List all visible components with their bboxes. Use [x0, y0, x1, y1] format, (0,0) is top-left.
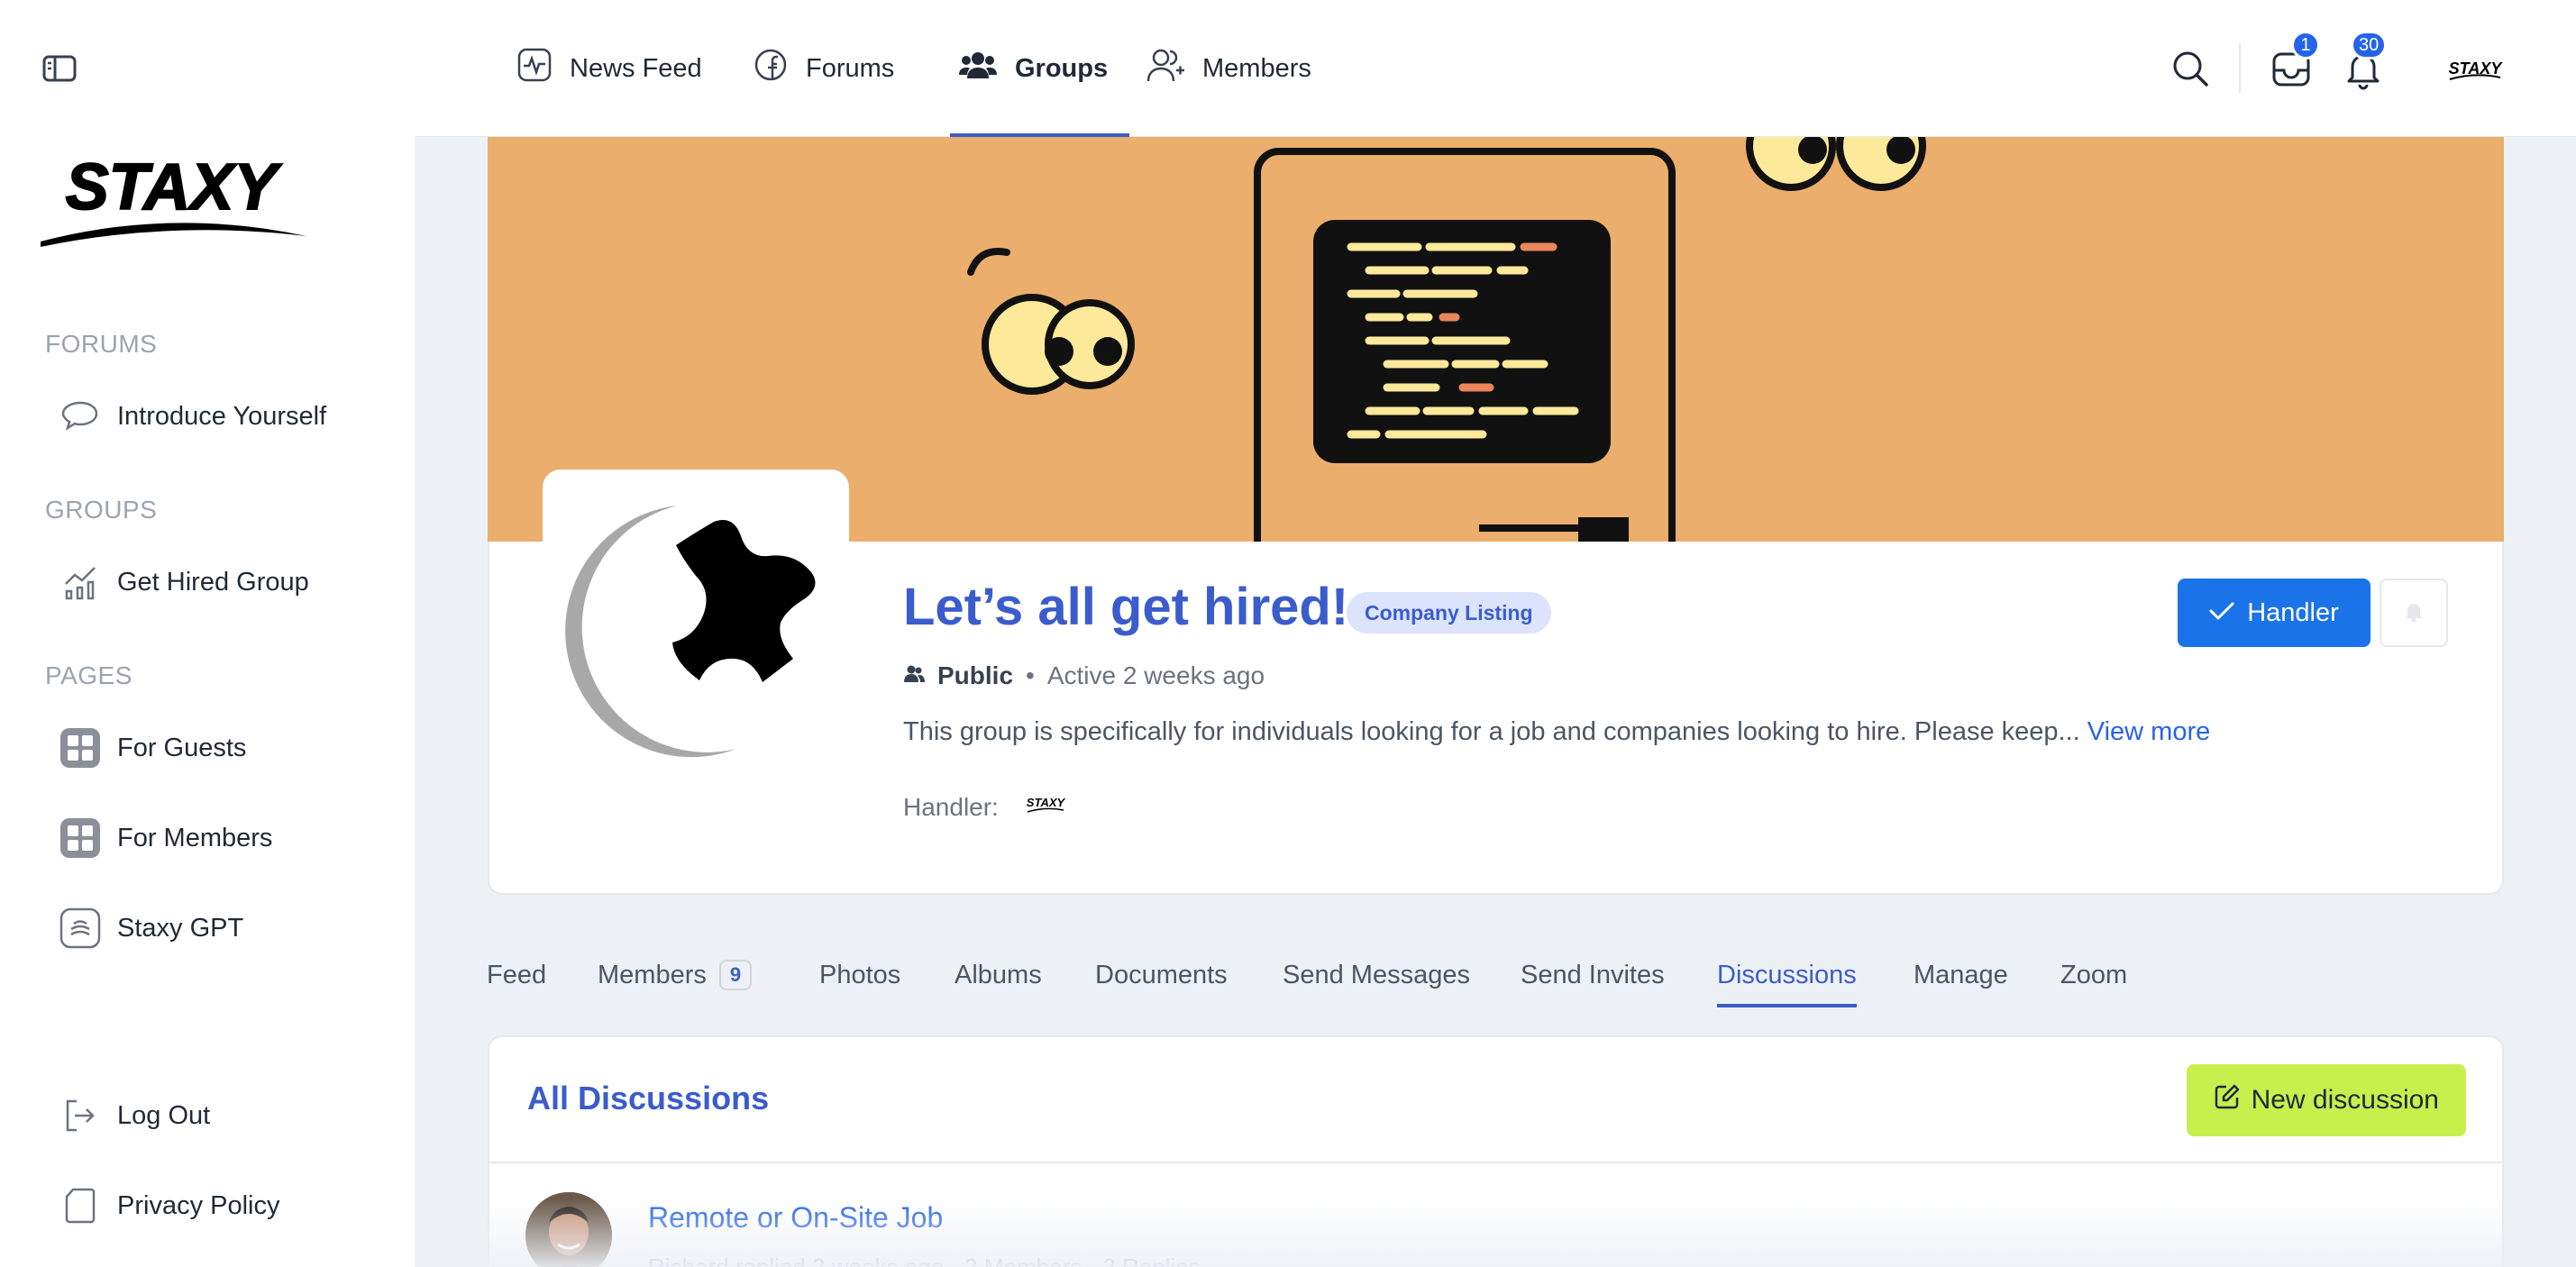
tab-send-messages[interactable]: Send Messages — [1283, 948, 1470, 1002]
sidebar-heading-pages: PAGES — [45, 661, 132, 689]
discussions-title: All Discussions — [527, 1080, 770, 1117]
sidebar-item-introduce-yourself[interactable]: Introduce Yourself — [59, 391, 326, 442]
group-avatar[interactable] — [543, 469, 849, 776]
users-icon — [959, 50, 997, 87]
sidebar-item-for-guests[interactable]: For Guests — [59, 723, 246, 773]
tab-members[interactable]: Members 9 — [598, 948, 753, 1002]
view-more-link[interactable]: View more — [2087, 717, 2210, 746]
sidebar-item-staxy-gpt[interactable]: Staxy GPT — [59, 903, 243, 953]
discussions-header: All Discussions New discussion — [489, 1037, 2502, 1163]
sidebar-toggle-icon[interactable] — [41, 52, 78, 85]
logout-icon — [59, 1095, 101, 1136]
grid-tile-icon — [59, 727, 101, 769]
discussion-title-link[interactable]: Remote or On-Site Job — [648, 1201, 943, 1235]
grid-tile-icon — [59, 817, 101, 859]
nav-label: Members — [1202, 53, 1311, 83]
tab-discussions[interactable]: Discussions — [1717, 948, 1857, 1007]
company-listing-tag: Company Listing — [1347, 592, 1551, 634]
search-icon[interactable] — [2169, 47, 2212, 90]
tab-send-invites[interactable]: Send Invites — [1521, 948, 1665, 1002]
tab-manage[interactable]: Manage — [1914, 948, 2008, 1002]
discussions-panel: All Discussions New discussion Remote or… — [488, 1035, 2504, 1267]
group-description: This group is specifically for individua… — [903, 717, 2210, 747]
new-discussion-label: New discussion — [2251, 1085, 2439, 1115]
users-small-icon — [903, 661, 925, 690]
nav-members[interactable]: Members — [1146, 0, 1311, 137]
meta-separator: • — [1026, 661, 1035, 689]
bell-icon — [2401, 598, 2426, 628]
nav-forums[interactable]: Forums — [754, 0, 894, 137]
handler-button-label: Handler — [2247, 597, 2339, 627]
user-avatar[interactable]: STAXY — [2444, 47, 2506, 90]
top-navigation: News Feed Forums Groups Members 1 30 STA… — [415, 0, 2576, 137]
handler-button[interactable]: Handler — [2178, 579, 2370, 647]
discussion-meta: Richard replied 2 weeks ago · 2 Members … — [648, 1253, 1201, 1267]
sidebar-item-label: Privacy Policy — [117, 1190, 280, 1220]
topbar-divider — [2239, 43, 2241, 94]
nav-label: Forums — [806, 53, 895, 83]
group-privacy: Public — [937, 661, 1014, 689]
sidebar-item-log-out[interactable]: Log Out — [59, 1090, 210, 1141]
tab-label: Members — [598, 960, 707, 989]
sidebar-item-get-hired-group[interactable]: Get Hired Group — [59, 557, 309, 607]
members-count-badge: 9 — [718, 960, 753, 990]
edit-icon — [2214, 1083, 2241, 1117]
check-icon — [2209, 598, 2234, 628]
sidebar-item-for-members[interactable]: For Members — [59, 813, 272, 863]
nav-label: Groups — [1015, 53, 1109, 83]
handler-label: Handler: — [903, 793, 999, 821]
group-meta: Public • Active 2 weeks ago — [903, 661, 1265, 690]
new-discussion-button[interactable]: New discussion — [2186, 1064, 2466, 1136]
sidebar-item-label: For Guests — [117, 733, 247, 762]
speech-bubble-icon — [59, 396, 101, 437]
sidebar-item-label: Log Out — [117, 1100, 211, 1130]
group-description-text: This group is specifically for individua… — [903, 717, 2080, 746]
gpt-icon — [59, 907, 101, 949]
sidebar-heading-groups: GROUPS — [45, 496, 158, 524]
handler-avatar[interactable]: STAXY — [1024, 793, 1067, 822]
logo-text: STAXY — [66, 153, 283, 223]
tab-documents[interactable]: Documents — [1095, 948, 1228, 1002]
discussion-author-avatar[interactable] — [525, 1192, 612, 1267]
sidebar-heading-forums: FORUMS — [45, 330, 158, 358]
sidebar-item-label: Introduce Yourself — [117, 401, 327, 431]
nav-label: News Feed — [570, 53, 702, 83]
handler-avatar-text: STAXY — [1027, 796, 1066, 809]
group-activity: Active 2 weeks ago — [1046, 661, 1265, 689]
document-icon — [59, 1185, 101, 1226]
tab-zoom[interactable]: Zoom — [2060, 948, 2127, 1002]
notification-badge: 30 — [2351, 31, 2388, 59]
chart-growth-icon — [59, 561, 101, 603]
nav-groups[interactable]: Groups — [950, 0, 1130, 137]
inbox-badge: 1 — [2291, 31, 2320, 59]
site-logo[interactable]: STAXY — [36, 150, 306, 252]
sidebar-item-label: For Members — [117, 823, 273, 852]
sidebar-item-label: Staxy GPT — [117, 913, 244, 943]
tab-feed[interactable]: Feed — [487, 948, 546, 1002]
group-title: Let’s all get hired! — [903, 578, 1349, 636]
nav-news-feed[interactable]: News Feed — [517, 0, 702, 137]
tab-photos[interactable]: Photos — [819, 948, 900, 1002]
member-add-icon — [1146, 47, 1184, 90]
sidebar-item-label: Get Hired Group — [117, 567, 309, 597]
subscribe-bell-button[interactable] — [2380, 579, 2448, 647]
sidebar: STAXY FORUMS Introduce Yourself GROUPS G… — [0, 0, 415, 1267]
sidebar-item-privacy-policy[interactable]: Privacy Policy — [59, 1180, 280, 1231]
group-handler-row: Handler: STAXY — [903, 793, 1067, 822]
activity-icon — [517, 48, 552, 89]
facebook-circle-icon — [754, 48, 788, 89]
tab-albums[interactable]: Albums — [955, 948, 1042, 1002]
